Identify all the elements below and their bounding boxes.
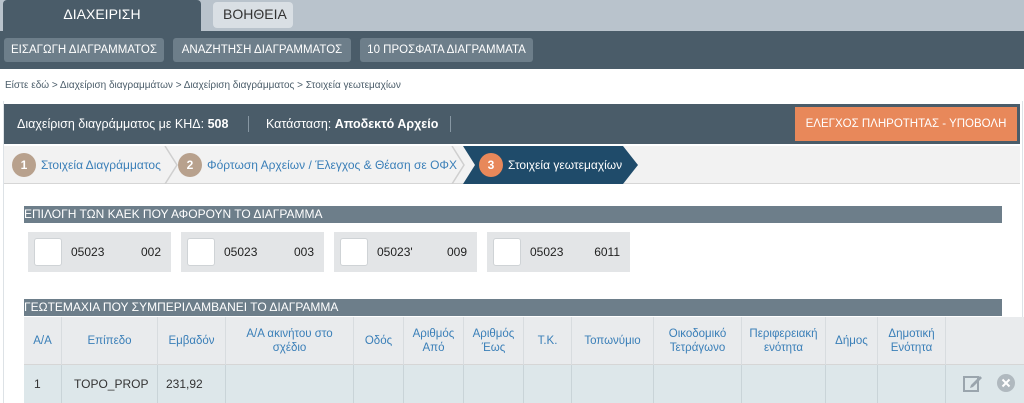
tab-diagram-management[interactable]: ΔΙΑΧΕΙΡΙΣΗ ΔΙΑΓΡΑΜΜΑΤΩΝ (3, 0, 201, 51)
kaek-item: 05023' 009 (334, 232, 477, 272)
step-label: Στοιχεία Διαγράμματος (41, 158, 161, 172)
top-nav-bar: ΔΙΑΧΕΙΡΙΣΗ ΔΙΑΓΡΑΜΜΑΤΩΝ ΒΟΗΘΕΙΑ (0, 0, 1024, 51)
cell-empty (226, 365, 354, 403)
kaek-checkbox[interactable] (340, 238, 368, 266)
cell-empty (524, 365, 572, 403)
status-label: Κατάσταση: (266, 117, 332, 131)
column-header[interactable]: Οικοδομικό Τετράγωνο (654, 317, 742, 365)
step-label: Στοιχεία γεωτεμαχίων (508, 158, 623, 172)
step-label: Φόρτωση Αρχείων / Έλεγχος & Θέαση σε ΟΦΧ (207, 158, 458, 172)
sub-nav-bar: ΕΙΣΑΓΩΓΗ ΔΙΑΓΡΑΜΜΑΤΟΣ ΑΝΑΖΗΤΗΣΗ ΔΙΑΓΡΑΜΜ… (0, 31, 1024, 69)
step-number: 3 (479, 153, 503, 177)
kaek-code-b: 6011 (594, 245, 620, 259)
kaek-item: 05023 002 (28, 232, 171, 272)
divider (450, 116, 451, 132)
cell-empty (826, 365, 878, 403)
kaek-code-a: 05023' (377, 245, 413, 259)
search-diagram-button[interactable]: ΑΝΑΖΗΤΗΣΗ ΔΙΑΓΡΑΜΜΑΤΟΣ (173, 38, 351, 62)
kaek-item: 05023 6011 (487, 232, 630, 272)
status-info: Κατάσταση: Αποδεκτό Αρχείο (266, 104, 438, 144)
cell-empty (878, 365, 946, 403)
column-header[interactable]: Α/Α (24, 317, 62, 365)
cell-empty (742, 365, 826, 403)
column-header[interactable]: Περιφερειακή ενότητα (742, 317, 826, 365)
divider (872, 284, 898, 286)
column-header[interactable]: Αριθμός Από (404, 317, 464, 365)
parcels-section-title: ΓΕΩΤΕΜΑΧΙΑ ΠΟΥ ΣΥΜΠΕΡΙΛΑΜΒΑΝΕΙ ΤΟ ΔΙΑΓΡΑ… (24, 299, 1002, 316)
column-header[interactable]: Α/Α ακινήτου στο σχέδιο (226, 317, 354, 365)
kaek-checkbox[interactable] (187, 238, 215, 266)
kaek-code-a: 05023 (71, 245, 105, 259)
column-header[interactable]: Οδός (354, 317, 404, 365)
column-header[interactable]: Τοπωνύμιο (572, 317, 654, 365)
column-header[interactable]: Επίπεδο (62, 317, 158, 365)
kaek-code-a: 05023 (530, 245, 564, 259)
column-header[interactable]: Αριθμός Έως (464, 317, 524, 365)
step-chevron-separator (164, 146, 178, 184)
cell-level: TOPO_PROP (62, 365, 158, 403)
step-number: 2 (178, 153, 202, 177)
quality-check-submit-button[interactable]: ΕΛΕΓΧΟΣ ΠΛΗΡΟΤΗΤΑΣ - ΥΠΟΒΟΛΗ (795, 107, 1017, 141)
kid-info: Διαχείριση διαγράμματος με ΚΗΔ: 508 (17, 104, 228, 144)
kaek-code-b: 009 (446, 245, 467, 259)
tab-help[interactable]: ΒΟΗΘΕΙΑ (213, 2, 293, 28)
recent-diagrams-button[interactable]: 10 ΠΡΟΣΦΑΤΑ ΔΙΑΓΡΑΜΜΑΤΑ (360, 38, 533, 62)
cell-empty (572, 365, 654, 403)
column-header[interactable]: Τ.Κ. (524, 317, 572, 365)
kaek-code-b: 002 (140, 245, 161, 259)
status-value: Αποδεκτό Αρχείο (334, 117, 439, 131)
kaek-code-a: 05023 (224, 245, 258, 259)
cell-empty (404, 365, 464, 403)
cell-empty (654, 365, 742, 403)
edit-icon[interactable] (962, 372, 984, 394)
breadcrumb: Είστε εδώ > Διαχείριση διαγραμμάτων > Δι… (5, 80, 401, 91)
cell-area: 231,92 (158, 365, 226, 403)
column-header[interactable]: Δήμος (826, 317, 878, 365)
kaek-checkbox[interactable] (493, 238, 521, 266)
insert-diagram-button[interactable]: ΕΙΣΑΓΩΓΗ ΔΙΑΓΡΑΜΜΑΤΟΣ (4, 38, 164, 62)
column-header[interactable]: Εμβαδόν (158, 317, 226, 365)
kid-label: Διαχείριση διαγράμματος με ΚΗΔ: (17, 117, 205, 131)
delete-icon[interactable] (996, 373, 1016, 393)
table-header: Α/Α Επίπεδο Εμβαδόν Α/Α ακινήτου στο σχέ… (24, 317, 1024, 365)
table-row[interactable]: 1 TOPO_PROP 231,92 (24, 365, 1024, 403)
kaek-item: 05023 003 (181, 232, 324, 272)
cell-empty (464, 365, 524, 403)
step-number: 1 (12, 153, 36, 177)
kaek-section-title: ΕΠΙΛΟΓΗ ΤΩΝ ΚΑΕΚ ΠΟΥ ΑΦΟΡΟΥΝ ΤΟ ΔΙΑΓΡΑΜΜ… (24, 206, 1002, 223)
kaek-code-b: 003 (293, 245, 314, 259)
column-header[interactable]: Δημοτική Ενότητα (878, 317, 946, 365)
kaek-checkbox[interactable] (34, 238, 62, 266)
kid-value: 508 (207, 117, 229, 131)
cell-aa: 1 (24, 365, 62, 403)
cell-empty (354, 365, 404, 403)
divider (248, 116, 249, 132)
